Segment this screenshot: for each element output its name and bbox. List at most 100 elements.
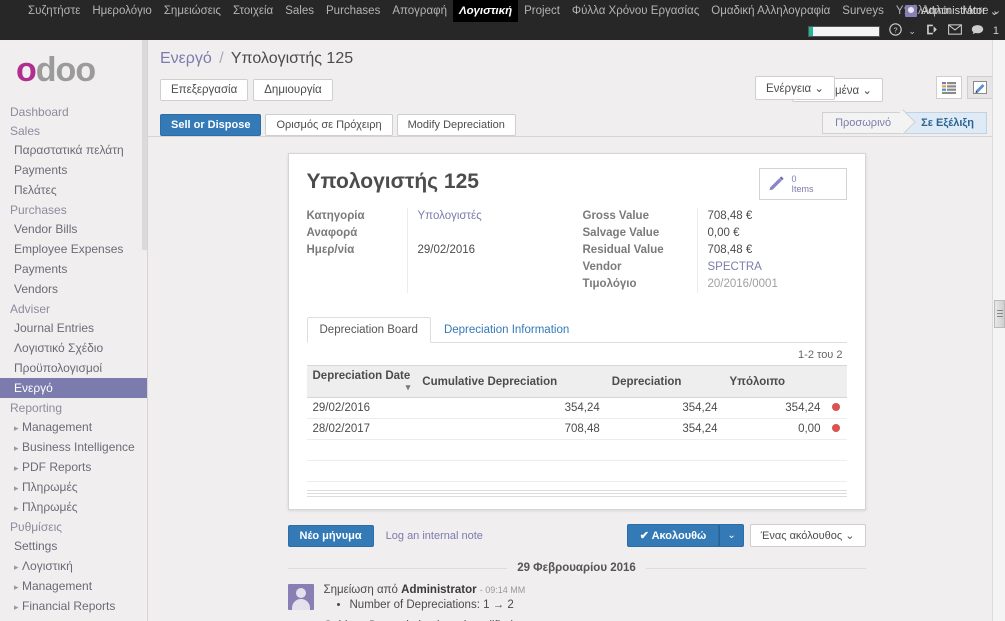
sidebar-item-13[interactable]: Προϋπολογισμοί	[0, 358, 147, 378]
sidebar-item-15[interactable]: Reporting	[0, 398, 147, 417]
stage-1[interactable]: Σε Εξέλιξη	[904, 112, 987, 134]
sidebar-item-0[interactable]: Dashboard	[0, 102, 147, 121]
followers-button[interactable]: Ένας ακόλουθος ⌄	[749, 524, 866, 547]
column-header-3[interactable]: Υπόλοιπο	[723, 365, 827, 398]
message-body: Σημείωση από Administrator - 09:14 ΜΜ Num…	[324, 584, 866, 621]
nav-item-8[interactable]: Project	[518, 0, 566, 22]
sidebar-item-14[interactable]: Ενεργό	[0, 378, 147, 398]
sidebar-item-5[interactable]: Purchases	[0, 200, 147, 219]
cell-cumulative: 354,24	[416, 397, 606, 419]
svg-text:?: ?	[894, 25, 898, 34]
sidebar-item-16[interactable]: ▸ Management	[0, 417, 147, 437]
status-button-0[interactable]: Sell or Dispose	[160, 114, 262, 136]
cell-residual: 354,24	[723, 397, 827, 419]
help-caret-icon[interactable]: ⌄	[908, 26, 916, 37]
sidebar-item-label: Sales	[10, 124, 41, 138]
chevron-right-icon: ▸	[14, 582, 19, 592]
sidebar-item-21[interactable]: Ρυθμίσεις	[0, 517, 147, 536]
message-item: Σημείωση από Administrator - 09:14 ΜΜ Num…	[287, 584, 866, 621]
nav-item-1[interactable]: Ημερολόγιο	[86, 0, 157, 22]
breadcrumb-current: Υπολογιστής 125	[230, 50, 354, 67]
field-value-right_fields-3[interactable]: SPECTRA	[708, 259, 847, 276]
sidebar-item-3[interactable]: Payments	[0, 160, 147, 180]
new-message-button[interactable]: Νέο μήνυμα	[287, 525, 374, 547]
sidebar-item-8[interactable]: Payments	[0, 259, 147, 279]
depreciation-table: Depreciation Date ▾ Cumulative Depreciatio…	[306, 365, 847, 482]
column-header-label: Cumulative Depreciation	[422, 375, 558, 388]
status-button-2[interactable]: Modify Depreciation	[396, 114, 516, 136]
sidebar-item-18[interactable]: ▸ PDF Reports	[0, 457, 147, 477]
column-header-2[interactable]: Depreciation	[605, 365, 724, 398]
table-row[interactable]: 28/02/2017 708,48 354,24 0,00	[306, 418, 847, 440]
sidebar-item-2[interactable]: Παραστατικά πελάτη	[0, 140, 147, 160]
sidebar-item-label: Settings	[14, 539, 58, 553]
nav-item-6[interactable]: Απογραφή	[386, 0, 453, 22]
field-value-left_fields-0[interactable]: Υπολογιστές	[418, 208, 577, 225]
action-dropdown[interactable]: Ενέργεια ⌄	[755, 76, 835, 100]
sidebar-item-17[interactable]: ▸ Business Intelligence	[0, 437, 147, 457]
following-button[interactable]: ✔ Ακολουθώ	[626, 524, 720, 547]
record-sheet: Υπολογιστής 125 0 Items Κατηγορία Αναφορ…	[287, 153, 866, 510]
table-header-row: Depreciation Date ▾ Cumulative Depreciatio…	[306, 365, 847, 398]
sidebar-item-4[interactable]: Πελάτες	[0, 180, 147, 200]
following-dropdown-caret-icon[interactable]: ⌄	[719, 524, 744, 547]
status-button-1[interactable]: Ορισμός σε Πρόχειρη	[265, 114, 393, 136]
nav-item-0[interactable]: Συζητήστε	[0, 0, 86, 22]
odoo-logo[interactable]: odoo	[0, 40, 147, 100]
page-scrollbar[interactable]	[992, 40, 1005, 621]
sidebar-scrollbar[interactable]	[142, 40, 147, 250]
form-view-icon[interactable]	[967, 76, 993, 99]
field-value-left_fields-2: 29/02/2016	[417, 244, 476, 256]
nav-item-11[interactable]: Surveys	[836, 0, 890, 22]
sidebar-item-11[interactable]: Journal Entries	[0, 318, 147, 338]
list-pager[interactable]: 1-2 του 2	[307, 343, 847, 365]
following-button-group: ✔ Ακολουθώ ⌄	[626, 524, 744, 547]
list-view-icon[interactable]	[936, 76, 962, 99]
envelope-icon[interactable]	[947, 24, 962, 38]
nav-item-10[interactable]: Ομαδική Αλληλογραφία	[705, 0, 836, 22]
nav-item-5[interactable]: Purchases	[320, 0, 386, 22]
sidebar-item-12[interactable]: Λογιστικό Σχέδιο	[0, 338, 147, 358]
page-scrollbar-thumb[interactable]	[994, 300, 1005, 328]
sidebar-item-20[interactable]: ▸ Πληρωμές	[0, 497, 147, 517]
table-row[interactable]: 29/02/2016 354,24 354,24 354,24	[306, 397, 847, 419]
notebook-tab-1[interactable]: Depreciation Information	[431, 317, 582, 343]
sidebar-item-23[interactable]: ▸ Λογιστική	[0, 556, 147, 576]
nav-item-3[interactable]: Στοιχεία	[227, 0, 279, 22]
sidebar-item-label: Adviser	[10, 302, 51, 316]
sidebar-item-25[interactable]: ▸ Financial Reports	[0, 596, 147, 616]
chatter-toolbar: Νέο μήνυμα Log an internal note ✔ Ακολου…	[287, 524, 866, 548]
create-button[interactable]: Δημιουργία	[253, 79, 333, 101]
edit-button[interactable]: Επεξεργασία	[160, 79, 249, 101]
items-stat-button[interactable]: 0 Items	[758, 168, 847, 200]
sidebar-item-label: Payments	[14, 163, 68, 177]
help-icon[interactable]: ?	[889, 23, 903, 39]
log-internal-note-link[interactable]: Log an internal note	[386, 530, 483, 542]
nav-item-4[interactable]: Sales	[279, 0, 320, 22]
column-header-0[interactable]: Depreciation Date ▾	[306, 365, 417, 398]
sidebar-item-6[interactable]: Vendor Bills	[0, 219, 147, 239]
sidebar-item-1[interactable]: Sales	[0, 121, 147, 140]
message-author: Administrator	[401, 584, 477, 596]
pencil-icon	[767, 173, 786, 195]
sidebar-item-7[interactable]: Employee Expenses	[0, 239, 147, 259]
user-avatar-icon	[904, 5, 917, 17]
stage-0[interactable]: Προσωρινό	[822, 112, 905, 134]
breadcrumb-root[interactable]: Ενεργό	[160, 50, 212, 67]
sidebar-item-24[interactable]: ▸ Management	[0, 576, 147, 596]
nav-item-9[interactable]: Φύλλα Χρόνου Εργασίας	[566, 0, 705, 22]
sidebar-item-9[interactable]: Vendors	[0, 279, 147, 299]
nav-item-2[interactable]: Σημειώσεις	[158, 0, 227, 22]
sidebar-item-19[interactable]: ▸ Πληρωμές	[0, 477, 147, 497]
notebook-tab-0[interactable]: Depreciation Board	[306, 317, 431, 343]
chat-bubble-icon[interactable]	[971, 24, 984, 39]
logout-icon[interactable]	[925, 23, 939, 39]
sidebar-item-22[interactable]: Settings	[0, 536, 147, 556]
nav-item-7[interactable]: Λογιστική	[452, 0, 519, 22]
user-menu[interactable]: Administrator ⌄	[904, 5, 999, 18]
column-header-label: Depreciation	[611, 375, 682, 388]
messages-count[interactable]: 1	[993, 25, 999, 37]
sidebar-item-10[interactable]: Adviser	[0, 299, 147, 318]
cell-date: 29/02/2016	[306, 397, 417, 419]
column-header-1[interactable]: Cumulative Depreciation	[416, 365, 606, 398]
